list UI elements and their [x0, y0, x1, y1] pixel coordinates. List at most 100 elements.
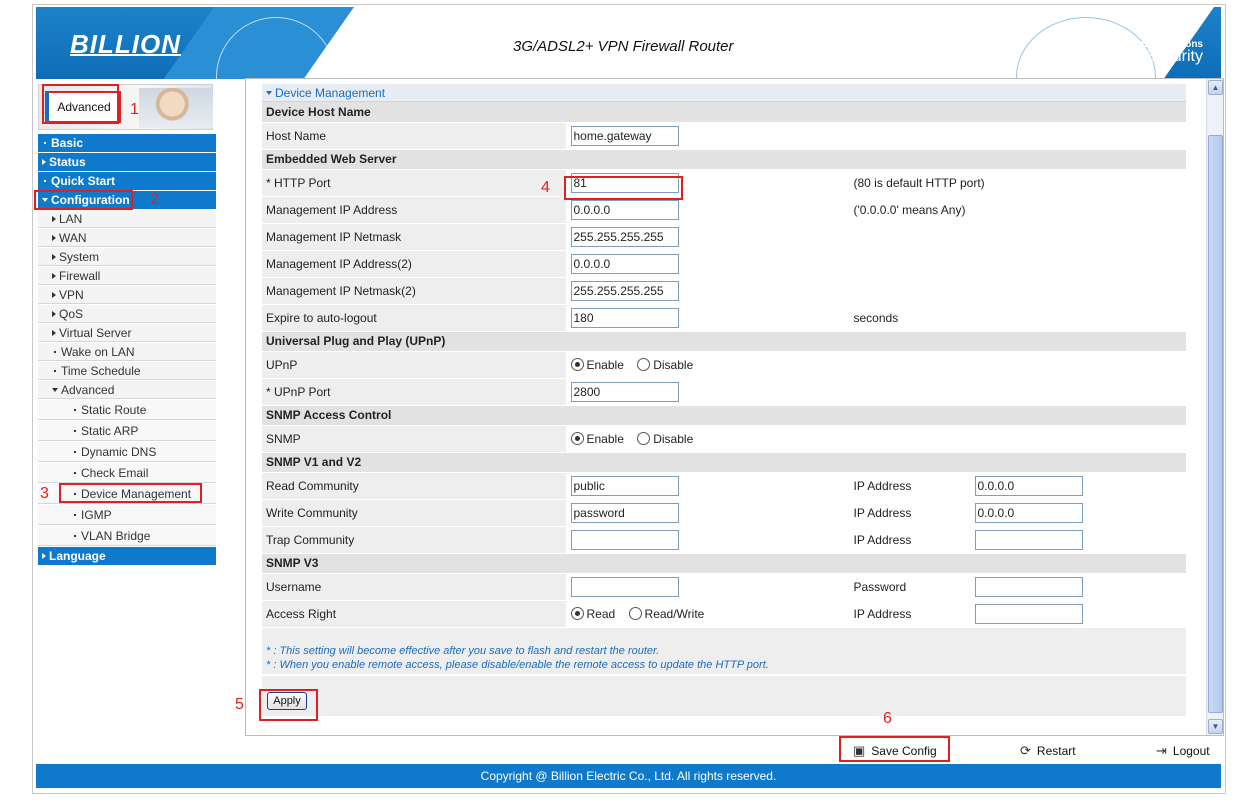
- expire-input[interactable]: [570, 307, 679, 328]
- mgmt-ip-input[interactable]: [570, 199, 679, 220]
- access-readwrite-radio[interactable]: [628, 606, 642, 620]
- triangle-right-icon: [52, 311, 56, 317]
- upnp-port-input[interactable]: [570, 381, 679, 402]
- scroll-down-icon[interactable]: ▼: [1208, 719, 1223, 734]
- annotation-number-3: 3: [40, 485, 49, 502]
- triangle-right-icon: [42, 553, 46, 559]
- sidebar-item-advanced[interactable]: Advanced: [38, 381, 216, 399]
- triangle-right-icon: [52, 216, 56, 222]
- restart-button[interactable]: ⟳ Restart: [1020, 743, 1076, 759]
- read-ip-input[interactable]: [974, 475, 1083, 496]
- sidebar-item-label: Status: [49, 155, 86, 169]
- upnp-enable-radio[interactable]: [570, 357, 584, 371]
- trap-community-label: Trap Community: [262, 526, 567, 554]
- sidebar-item-language[interactable]: Language: [38, 547, 216, 565]
- v3-ip-label: IP Address: [849, 600, 971, 628]
- sidebar-item-basic[interactable]: Basic: [38, 134, 216, 152]
- note-2: * : When you enable remote access, pleas…: [266, 658, 769, 671]
- scroll-up-icon[interactable]: ▲: [1208, 80, 1223, 95]
- trap-ip-input[interactable]: [974, 529, 1083, 550]
- restart-icon: ⟳: [1020, 743, 1031, 758]
- logout-button[interactable]: ⇥ Logout: [1156, 743, 1210, 759]
- sidebar-item-wake-on-lan[interactable]: Wake on LAN: [38, 343, 216, 361]
- triangle-right-icon: [52, 292, 56, 298]
- annotation-box-1: [42, 84, 119, 124]
- expire-label: Expire to auto-logout: [262, 304, 567, 332]
- triangle-right-icon: [52, 330, 56, 336]
- password-input[interactable]: [974, 576, 1083, 597]
- sidebar-item-firewall[interactable]: Firewall: [38, 267, 216, 285]
- upnp-header: Universal Plug and Play (UPnP): [262, 331, 1186, 352]
- annotation-number-1: 1: [130, 101, 139, 118]
- sidebar-item-dynamic-dns[interactable]: Dynamic DNS: [38, 442, 216, 462]
- sidebar-item-label: Language: [49, 549, 106, 563]
- sidebar-item-label: WAN: [59, 231, 87, 245]
- snmp-disable-label: Disable: [653, 431, 694, 446]
- scroll-thumb[interactable]: [1208, 135, 1223, 713]
- sidebar-item-label: Basic: [51, 136, 84, 150]
- http-port-note: (80 is default HTTP port): [849, 169, 1186, 197]
- triangle-down-icon: [52, 388, 58, 392]
- annotation-box-4: [564, 176, 683, 200]
- sidebar-item-qos[interactable]: QoS: [38, 305, 216, 323]
- bullet-icon: [74, 409, 76, 411]
- sidebar-item-virtual-server[interactable]: Virtual Server: [38, 324, 216, 342]
- host-name-input[interactable]: [570, 125, 679, 146]
- mgmt-ip-note: ('0.0.0.0' means Any): [849, 196, 1186, 224]
- bullet-icon: [54, 370, 56, 372]
- mgmt-mask-input[interactable]: [570, 226, 679, 247]
- sidebar-item-static-arp[interactable]: Static ARP: [38, 421, 216, 441]
- sidebar-item-lan[interactable]: LAN: [38, 210, 216, 228]
- sidebar-item-label: Wake on LAN: [61, 345, 135, 359]
- tagline-line-2: with Security: [1112, 48, 1203, 65]
- username-label: Username: [262, 573, 567, 601]
- access-read-radio[interactable]: [570, 606, 584, 620]
- sidebar-item-time-schedule[interactable]: Time Schedule: [38, 362, 216, 380]
- mgmt-mask2-input[interactable]: [570, 280, 679, 301]
- bullet-icon: [74, 430, 76, 432]
- sidebar-item-label: Firewall: [59, 269, 101, 283]
- annotation-number-5: 5: [235, 696, 244, 713]
- sidebar-item-quick-start[interactable]: Quick Start: [38, 172, 216, 190]
- mgmt-ip2-label: Management IP Address(2): [262, 250, 567, 278]
- sidebar-item-vpn[interactable]: VPN: [38, 286, 216, 304]
- sidebar-item-wan[interactable]: WAN: [38, 229, 216, 247]
- username-input[interactable]: [570, 576, 679, 597]
- write-ip-input[interactable]: [974, 502, 1083, 523]
- password-label: Password: [849, 573, 971, 601]
- snmp-disable-radio[interactable]: [637, 431, 651, 445]
- sidebar-item-label: IGMP: [81, 508, 112, 522]
- write-community-input[interactable]: [570, 502, 679, 523]
- device-host-name-header: Device Host Name: [262, 102, 1186, 123]
- triangle-right-icon: [52, 235, 56, 241]
- sidebar-item-igmp[interactable]: IGMP: [38, 505, 216, 525]
- triangle-right-icon: [52, 254, 56, 260]
- sidebar-item-check-email[interactable]: Check Email: [38, 463, 216, 483]
- upnp-disable-radio[interactable]: [637, 357, 651, 371]
- logout-icon: ⇥: [1156, 743, 1167, 758]
- trap-community-input[interactable]: [570, 529, 679, 550]
- mgmt-mask-label: Management IP Netmask: [262, 223, 567, 251]
- snmp-v1v2-header: SNMP V1 and V2: [262, 452, 1186, 473]
- read-community-input[interactable]: [570, 475, 679, 496]
- sidebar-item-system[interactable]: System: [38, 248, 216, 266]
- annotation-number-4: 4: [541, 179, 550, 196]
- bullet-icon: [74, 514, 76, 516]
- v3-ip-input[interactable]: [974, 603, 1083, 624]
- snmp-enable-label: Enable: [586, 431, 624, 446]
- empty-cell: [849, 277, 1186, 305]
- upnp-enable-label: Enable: [586, 357, 624, 372]
- sidebar-item-status[interactable]: Status: [38, 153, 216, 171]
- upnp-port-label: * UPnP Port: [262, 378, 567, 406]
- vertical-scrollbar[interactable]: ▲ ▼: [1206, 79, 1223, 735]
- sidebar-item-vlan-bridge[interactable]: VLAN Bridge: [38, 526, 216, 546]
- annotation-box-6: [839, 736, 950, 762]
- sidebar-item-label: LAN: [59, 212, 83, 226]
- mgmt-ip2-input[interactable]: [570, 253, 679, 274]
- read-community-label: Read Community: [262, 472, 567, 500]
- tagline: Powering communications with Security: [1076, 39, 1203, 65]
- triangle-right-icon: [52, 273, 56, 279]
- sidebar-item-static-route[interactable]: Static Route: [38, 400, 216, 420]
- mgmt-mask2-label: Management IP Netmask(2): [262, 277, 567, 305]
- snmp-enable-radio[interactable]: [570, 431, 584, 445]
